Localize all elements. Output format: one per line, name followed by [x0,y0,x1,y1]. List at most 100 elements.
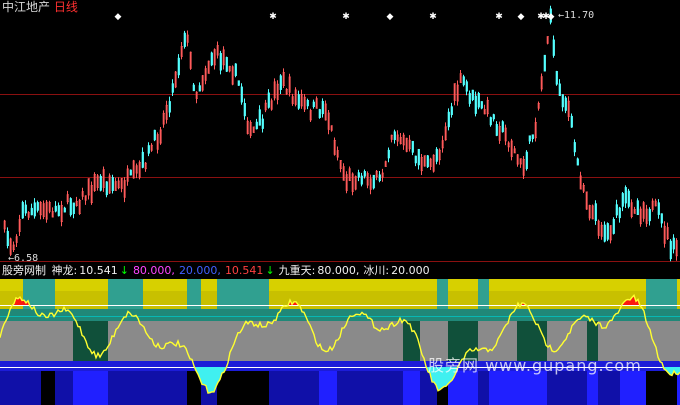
indicator-band [73,279,89,291]
indicator-band [465,371,478,405]
indicator-band [73,361,89,371]
indicator-band [73,371,89,405]
candle-body [63,207,66,213]
legend-label: 神龙: [51,264,78,277]
candle-body [111,177,114,191]
indicator-band [319,309,337,321]
indicator-band [298,279,319,291]
candle-body [624,187,627,204]
indicator-band [403,291,420,309]
candle-body [576,158,579,166]
indicator-band [0,371,23,405]
legend-value: 10.541 [224,264,264,277]
indicator-band [187,309,201,321]
candle-body [615,204,618,216]
candle-body [240,86,243,103]
indicator-band [23,361,41,371]
indicator-band [337,279,343,291]
indicator-band [242,309,269,321]
indicator-band [372,361,396,371]
indicator-band [598,291,620,309]
legend-item: 80.000, [133,264,177,277]
indicator-band [372,371,396,405]
indicator-band [55,361,73,371]
stock-name: 中江地产 [2,0,51,14]
candle-body [33,202,36,217]
indicator-band [41,291,55,309]
indicator-band [164,291,187,309]
indicator-name: 股旁网制 [2,264,46,277]
legend-label: 冰川: [363,264,390,277]
indicator-band [143,279,164,291]
candle-body [447,111,450,128]
candle-body [648,209,651,222]
candle-body [237,80,240,86]
candle-body [153,129,156,141]
indicator-band [201,279,217,291]
candle-body [660,213,663,224]
candle-body [531,134,534,140]
indicator-band [117,321,143,361]
indicator-band [478,309,489,321]
candle-body [24,204,27,214]
indicator-band [478,371,489,405]
candle-body [72,202,75,215]
indicator-band [164,371,187,405]
candle-body [105,181,108,196]
indicator-band [489,309,517,321]
candle-body [99,175,102,191]
low-price-value: 6.58 [14,253,39,264]
indicator-band [437,309,448,321]
candle-body [462,76,465,86]
candle-body [297,94,300,109]
indicator-band [372,279,396,291]
indicator-band [23,321,41,361]
indicator-band [575,291,587,309]
indicator-band [403,279,420,291]
indicator-chart[interactable] [0,279,680,405]
indicator-band [217,279,242,291]
indicator-band [217,309,242,321]
legend-item: 冰川: 20.000 [363,264,431,277]
candle-body [225,57,228,72]
candle-body [474,95,477,114]
indicator-band [646,279,677,291]
signal-marker-icon: ◆ [387,12,394,22]
indicator-band [372,309,396,321]
indicator-band [143,321,164,361]
indicator-band [41,361,55,371]
signal-marker-icon: ◆ [518,12,525,22]
candle-body [36,202,39,211]
indicator-band [598,371,620,405]
indicator-band [403,309,420,321]
indicator-band [343,361,372,371]
indicator-band [343,321,372,361]
indicator-band [89,361,108,371]
indicator-band [517,291,547,309]
legend-value: 10.541 [79,264,118,277]
indicator-band [337,291,343,309]
indicator-band [23,279,41,291]
indicator-band [55,371,73,405]
indicator-band [164,361,187,371]
indicator-band [489,371,517,405]
indicator-band [437,279,448,291]
indicator-band [575,371,587,405]
indicator-band [187,291,201,309]
indicator-band [242,291,269,309]
indicator-band [448,291,465,309]
indicator-band [489,291,517,309]
candle-body [261,118,264,129]
indicator-band [343,371,372,405]
indicator-band [319,291,337,309]
indicator-band [489,279,517,291]
candle-body [501,121,504,133]
indicator-band [465,291,478,309]
candle-body [606,223,609,240]
candle-body [468,93,471,104]
price-candlestick-chart[interactable]: ◆ ✱ ✱ ◆ ✱ ✱ ◆ ✱✱◆ [0,0,680,262]
candle-body [387,149,390,159]
candle-body [378,174,381,182]
indicator-band [23,371,41,405]
legend-item: 10.541 ↓ [225,264,277,277]
